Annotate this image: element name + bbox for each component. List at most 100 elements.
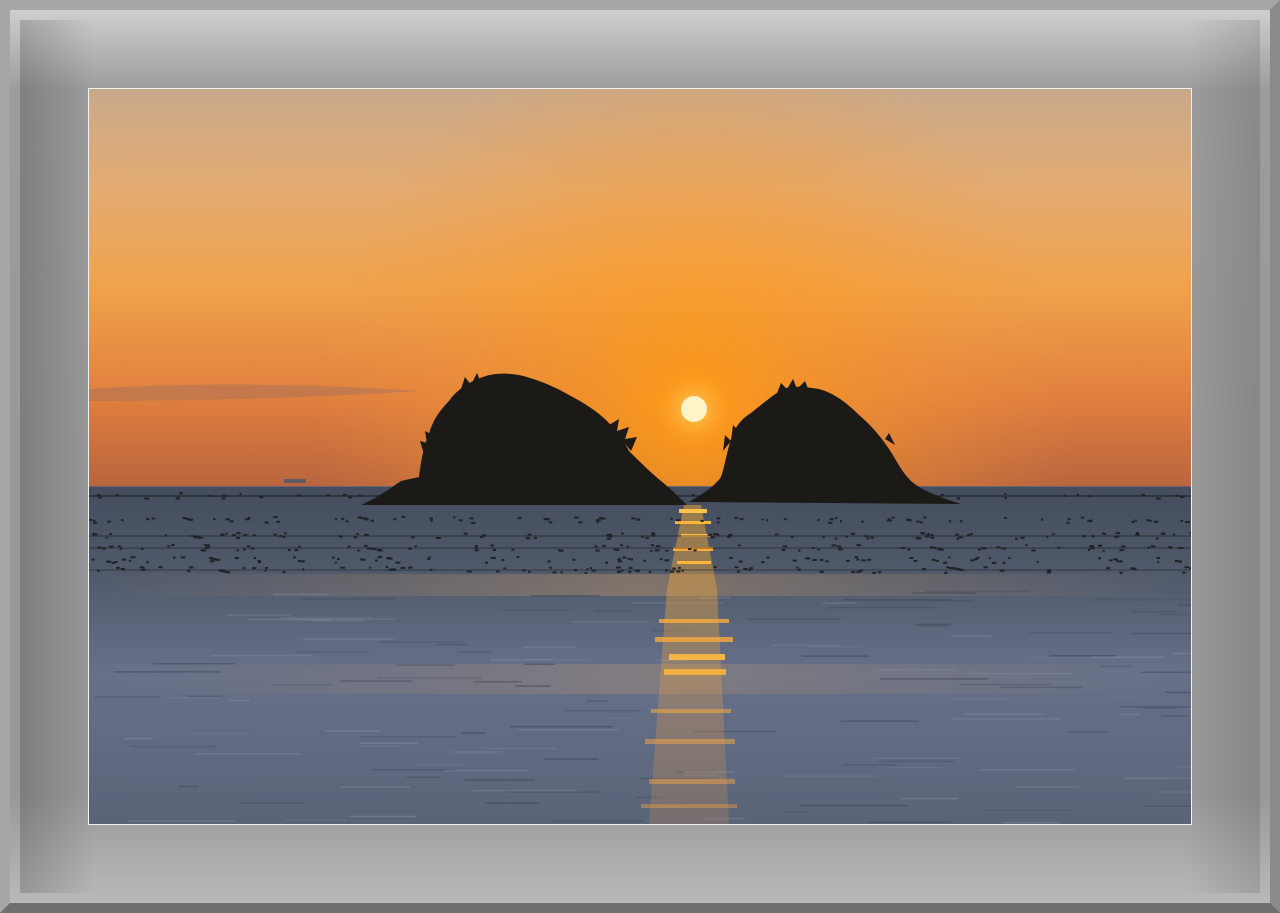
wave-line (515, 685, 551, 687)
buoy (252, 567, 257, 570)
buoy (845, 559, 850, 562)
buoy (517, 517, 522, 520)
buoy (1189, 567, 1191, 570)
wave-line (1119, 713, 1140, 716)
buoy (713, 533, 718, 536)
buoy (835, 517, 838, 519)
wave-line (586, 700, 609, 702)
buoy (1003, 517, 1007, 520)
buoy (167, 545, 170, 548)
buoy (207, 544, 211, 547)
buoy (940, 494, 944, 497)
wave-line (1161, 715, 1188, 717)
wave-line (191, 732, 251, 735)
wave-line (1100, 665, 1133, 668)
buoy (1131, 520, 1135, 523)
buoy (151, 517, 156, 520)
buoy (675, 519, 681, 522)
buoy (812, 559, 817, 561)
wave-line (272, 684, 332, 686)
buoy (364, 533, 369, 536)
wave-line (840, 720, 919, 722)
buoy (120, 519, 124, 522)
buoy (924, 535, 930, 538)
buoy (864, 535, 869, 538)
buoy (302, 568, 305, 571)
buoy (89, 518, 93, 521)
wave-line (1120, 706, 1191, 708)
buoy (949, 567, 954, 569)
buoy (225, 532, 228, 535)
buoy (734, 516, 739, 519)
buoy (737, 570, 740, 573)
wave-line (229, 699, 251, 702)
buoy (300, 560, 305, 563)
buoy (198, 536, 203, 539)
wave-line (550, 820, 643, 822)
wave-line (801, 655, 869, 657)
buoy (216, 558, 220, 561)
buoy (373, 548, 376, 551)
buoy (749, 567, 753, 570)
buoy (765, 519, 769, 522)
wave-line (1049, 655, 1117, 657)
wave-line (341, 786, 411, 788)
wave-line (747, 618, 841, 620)
buoy (1004, 497, 1007, 500)
wave-line (178, 785, 199, 788)
buoy (727, 535, 731, 538)
wave-line (444, 769, 529, 772)
buoy (335, 518, 338, 521)
buoy (959, 520, 963, 523)
buoy (817, 548, 820, 551)
buoy (395, 561, 401, 564)
buoy (414, 545, 417, 548)
wave-line (194, 753, 301, 755)
buoy (659, 558, 663, 561)
buoy (1087, 520, 1092, 523)
buoy (991, 561, 997, 564)
buoy (360, 558, 364, 561)
buoy (1102, 549, 1105, 552)
buoy (276, 520, 281, 523)
wave-line (1158, 613, 1191, 616)
buoy (665, 569, 668, 572)
buoy (1135, 532, 1139, 534)
buoy (988, 557, 991, 560)
buoy (650, 534, 656, 537)
buoy (273, 516, 278, 518)
buoy (574, 569, 578, 572)
buoy (691, 494, 695, 496)
buoy (548, 521, 553, 524)
buoy (620, 544, 623, 547)
buoy (1057, 546, 1060, 549)
buoy (1182, 571, 1186, 574)
buoy (385, 566, 389, 568)
wave-line (1068, 731, 1108, 733)
wave-line (959, 683, 1051, 686)
buoy (1114, 535, 1120, 538)
buoy (1153, 520, 1159, 523)
buoy (891, 516, 895, 519)
buoy (1106, 567, 1110, 570)
buoy (146, 561, 149, 564)
buoy (501, 559, 505, 562)
buoy (613, 548, 616, 551)
buoy (247, 516, 251, 519)
buoy (463, 532, 468, 535)
buoy (559, 549, 564, 552)
buoy (180, 492, 183, 495)
buoy (187, 569, 190, 572)
buoy (648, 571, 652, 573)
wave-line (371, 768, 456, 771)
buoy (347, 545, 351, 548)
buoy (105, 536, 108, 539)
wave-line (1091, 656, 1165, 658)
buoy (97, 546, 102, 549)
buoy (264, 521, 269, 524)
wave-line (113, 671, 222, 673)
buoy (242, 567, 245, 569)
buoy (243, 548, 246, 551)
buoy (958, 536, 963, 539)
wave-line (489, 659, 552, 661)
